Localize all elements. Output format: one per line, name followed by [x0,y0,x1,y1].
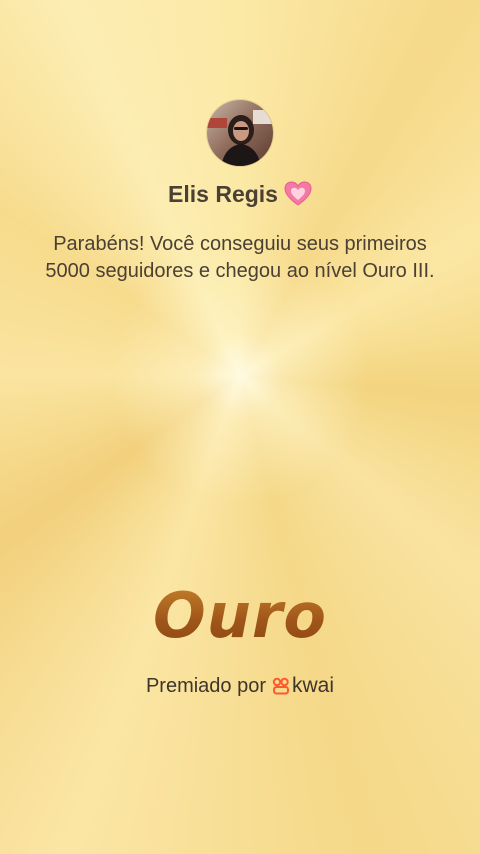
awarded-by-label: Premiado por [145,675,267,697]
tier-title: Ouro [0,576,480,656]
profile-name: Elis Regis [168,181,278,207]
profile-name-row: Elis Regis [0,178,480,215]
kwai-logo: kwai [272,672,334,700]
awarded-by-row: Premiado por kwai [0,672,480,700]
profile-avatar[interactable] [207,100,273,166]
congratulations-message: Parabéns! Você conseguiu seus primeiros … [45,233,435,282]
avatar-photo-icon [207,100,273,166]
kwai-brand-icon [272,677,290,695]
kwai-brand-name: kwai [292,674,335,697]
achievement-card: Elis Regis Parabéns! Você conseguiu seus… [0,0,480,854]
sparkling-heart-icon [284,181,312,215]
